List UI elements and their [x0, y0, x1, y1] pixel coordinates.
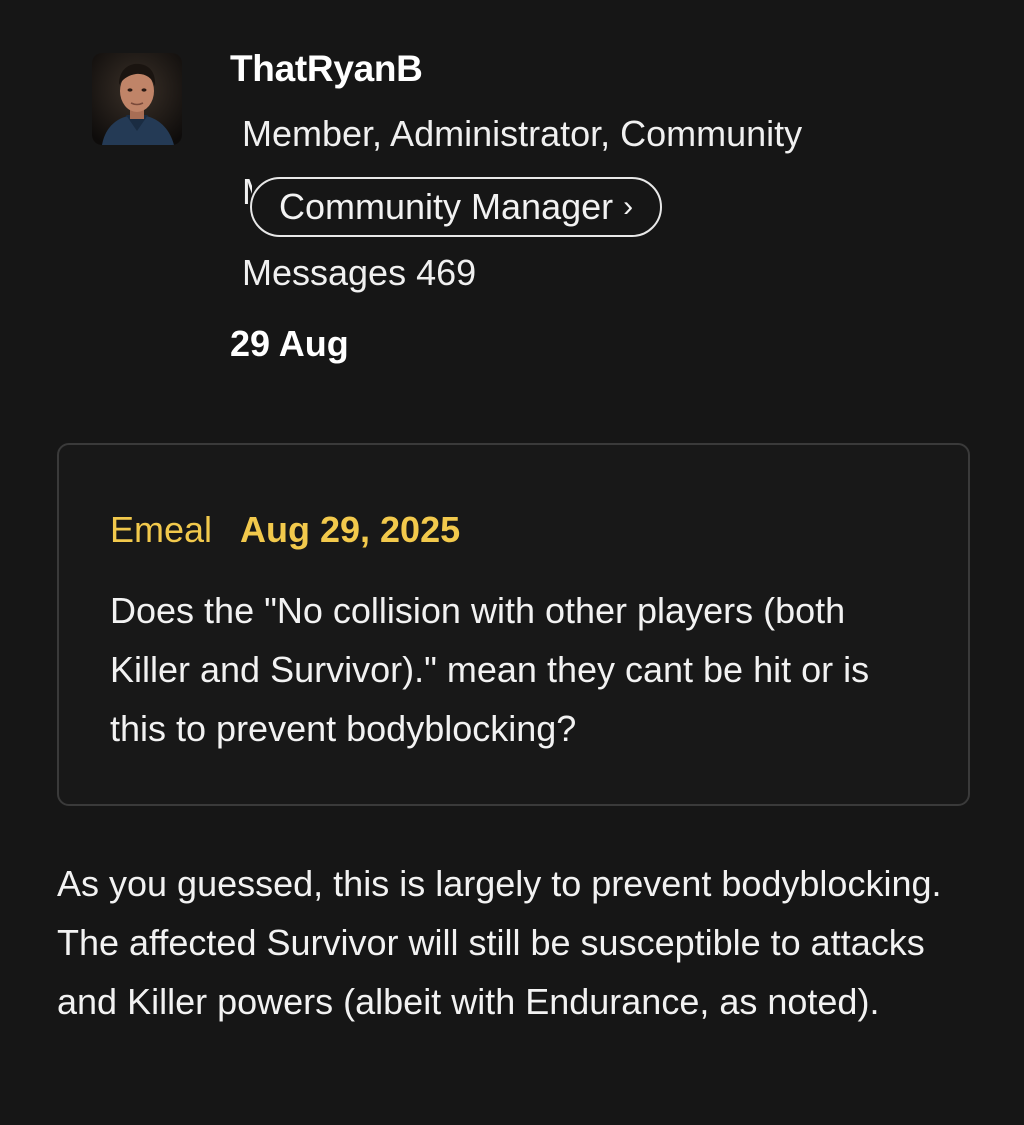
quote-text: Does the "No collision with other player…: [110, 590, 870, 749]
post-date[interactable]: 29 Aug: [230, 323, 349, 365]
quote-date[interactable]: Aug 29, 2025: [240, 509, 460, 551]
quote-block: Emeal Aug 29, 2025 Does the "No collisio…: [57, 443, 970, 806]
avatar[interactable]: [92, 53, 182, 145]
community-manager-badge[interactable]: Community Manager ›: [250, 177, 663, 237]
title-badge-label: Community Manager: [279, 186, 614, 227]
author-roles: Member, Administrator, Community: [242, 113, 803, 154]
messages-label: Messages: [242, 252, 407, 293]
quote-author[interactable]: Emeal: [110, 509, 212, 551]
reply-text: As you guessed, this is largely to preve…: [57, 863, 942, 1022]
author-message-count: Messages 469: [242, 252, 476, 294]
author-username[interactable]: ThatRyanB: [230, 48, 423, 90]
chevron-right-icon: ›: [623, 190, 634, 223]
messages-count: 469: [416, 252, 477, 293]
